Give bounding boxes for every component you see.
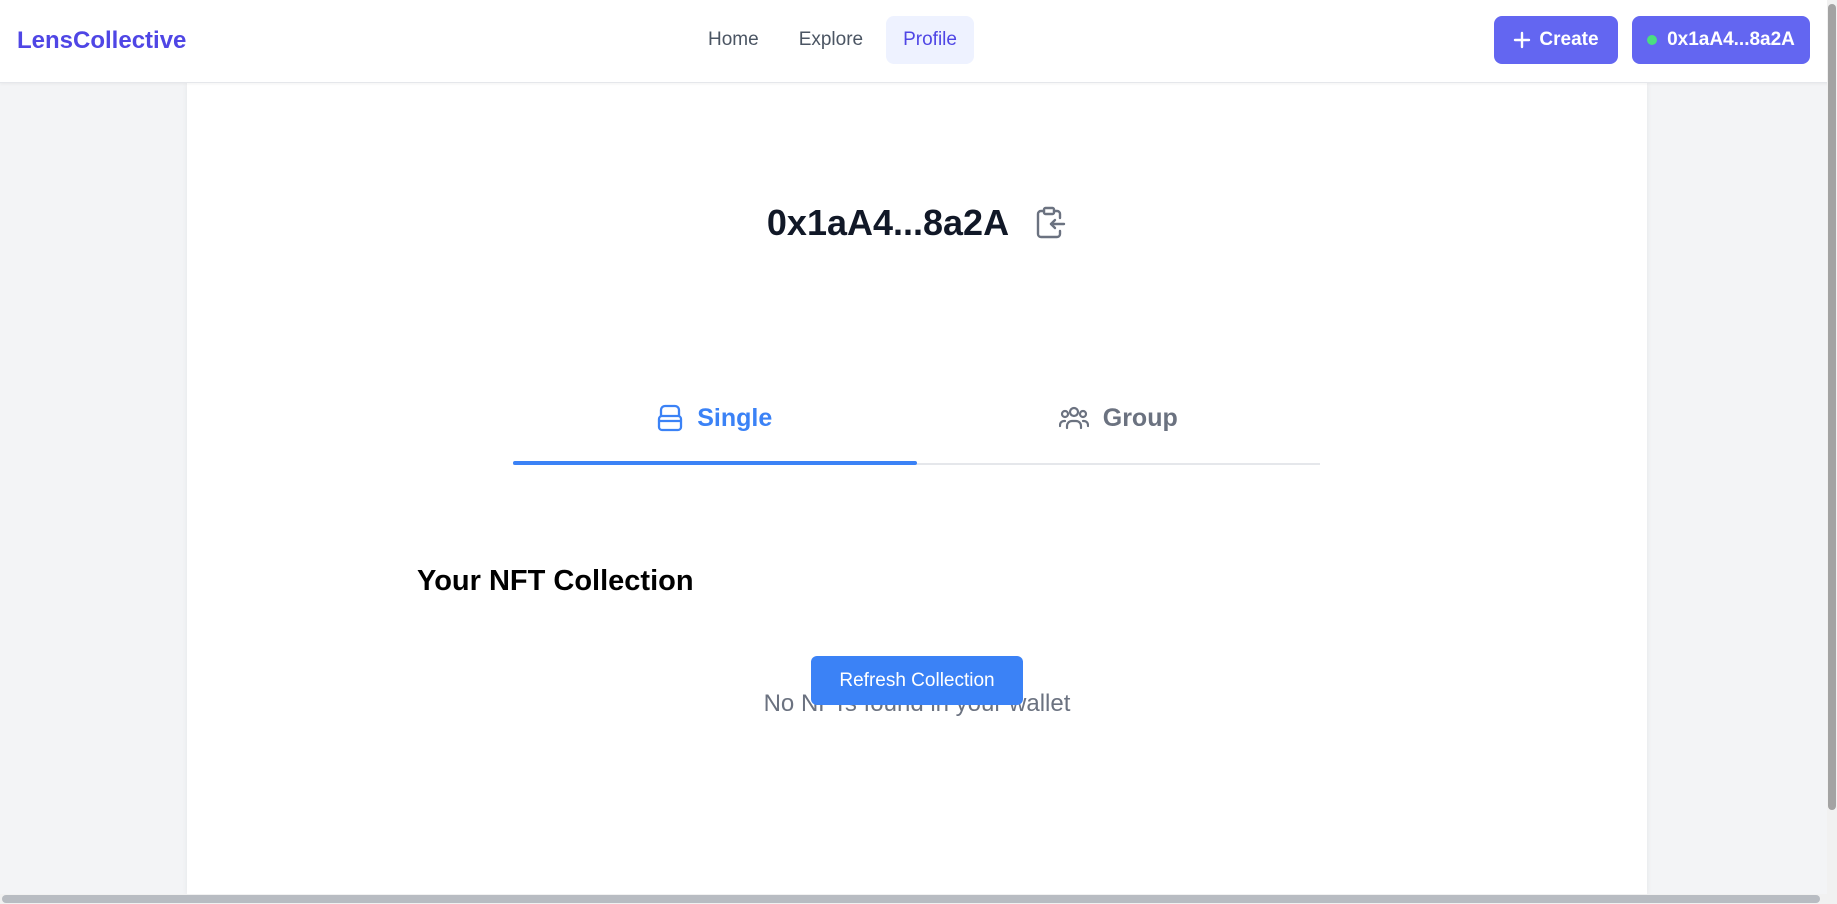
vertical-scrollbar[interactable]	[1827, 0, 1837, 904]
nav-home[interactable]: Home	[691, 16, 776, 64]
create-button-label: Create	[1539, 29, 1599, 50]
vertical-scrollbar-thumb[interactable]	[1828, 4, 1836, 810]
plus-icon	[1514, 31, 1531, 49]
tab-single-label: Single	[697, 403, 773, 432]
profile-card: 0x1aA4...8a2A Single Group Your NFT Coll…	[187, 83, 1647, 895]
main-nav: Home Explore Profile	[691, 16, 974, 64]
refresh-collection-button[interactable]: Refresh Collection	[811, 656, 1023, 705]
users-icon	[1058, 405, 1089, 431]
nav-explore[interactable]: Explore	[782, 16, 880, 64]
tab-group-label: Group	[1102, 403, 1178, 432]
horizontal-scrollbar-thumb[interactable]	[2, 895, 1820, 903]
horizontal-scrollbar[interactable]	[0, 894, 1827, 904]
profile-address: 0x1aA4...8a2A	[766, 202, 1010, 243]
top-navbar: LensCollective Home Explore Profile Crea…	[0, 0, 1837, 83]
tab-group[interactable]: Group	[917, 373, 1321, 463]
collection-tabs: Single Group	[513, 373, 1320, 465]
wallet-button-label: 0x1aA4...8a2A	[1667, 29, 1795, 50]
wallet-button[interactable]: 0x1aA4...8a2A	[1632, 16, 1810, 64]
nav-profile[interactable]: Profile	[886, 16, 974, 64]
clipboard-copy-icon[interactable]	[1033, 206, 1067, 240]
create-button[interactable]: Create	[1494, 16, 1618, 64]
tab-single[interactable]: Single	[513, 373, 917, 465]
collection-title: Your NFT Collection	[417, 565, 694, 597]
profile-header: 0x1aA4...8a2A	[187, 201, 1647, 245]
connected-status-dot	[1647, 35, 1658, 45]
wallet-icon	[657, 404, 683, 432]
brand-logo[interactable]: LensCollective	[17, 26, 186, 56]
